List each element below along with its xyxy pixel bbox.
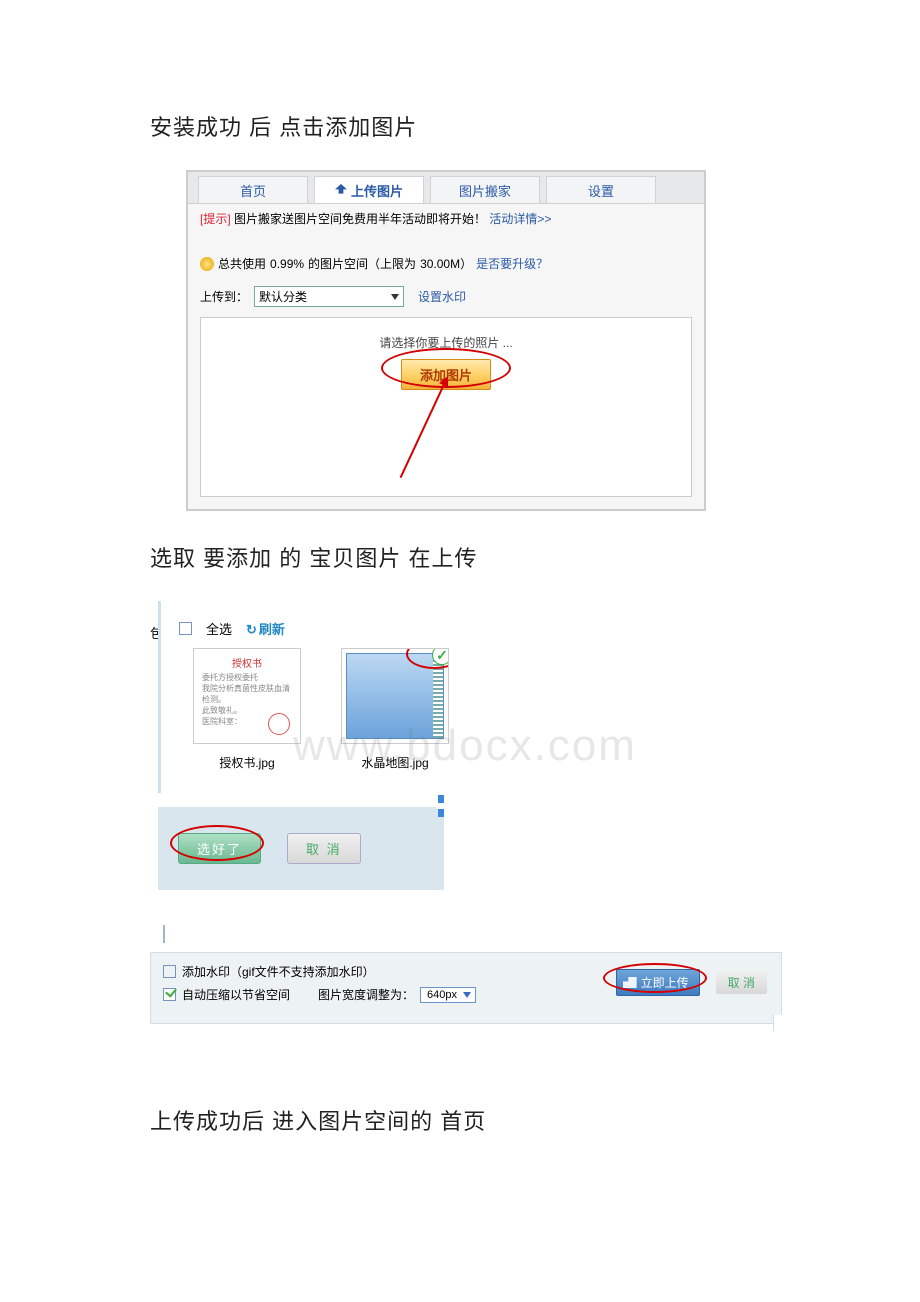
chevron-down-icon <box>463 992 471 998</box>
category-value: 默认分类 <box>259 288 307 305</box>
stamp-icon <box>268 713 290 735</box>
drop-hint: 请选择你要上传的照片 ... <box>201 334 691 351</box>
tab-home[interactable]: 首页 <box>198 176 308 203</box>
watermark-settings-link[interactable]: 设置水印 <box>418 288 466 305</box>
add-watermark-label: 添加水印（gif文件不支持添加水印） <box>182 963 375 980</box>
annotation-arrow <box>400 378 448 479</box>
cancel-button[interactable]: 取 消 <box>287 833 361 864</box>
upload-dest-row: 上传到： 默认分类 设置水印 <box>188 280 704 317</box>
upload-to-label: 上传到： <box>200 288 248 305</box>
tab-upload-label: 上传图片 <box>351 181 403 200</box>
promo-text: 图片搬家送图片空间免费用半年活动即将开始！ <box>234 212 486 226</box>
auto-compress-label: 自动压缩以节省空间 <box>182 986 290 1003</box>
width-select[interactable]: 640px <box>420 987 476 1003</box>
corner-decoration <box>773 1015 785 1031</box>
select-all-label: 全选 <box>206 619 232 638</box>
instruction-step2: 选取 要添加 的 宝贝图片 在上传 <box>150 541 780 573</box>
tab-settings[interactable]: 设置 <box>546 176 656 203</box>
upload-icon <box>335 184 347 196</box>
thumbnail-certificate: 授权书 委托方授权委托我院分析真菌性皮肤血清检测。此致敬礼。医院科室： <box>193 648 301 744</box>
category-select[interactable]: 默认分类 <box>254 286 404 307</box>
usage-mid: 的图片空间（上限为 <box>308 255 416 272</box>
width-value: 640px <box>427 989 457 1001</box>
tab-bar: 首页 上传图片 图片搬家 设置 <box>188 172 704 204</box>
screenshot-upload-options: 添加水印（gif文件不支持添加水印） 自动压缩以节省空间 图片宽度调整为： 64… <box>150 952 782 1024</box>
select-all-checkbox[interactable] <box>179 622 192 635</box>
usage-limit: 30.00M） <box>420 255 472 272</box>
thumbnail-filename: 授权书.jpg <box>187 754 307 771</box>
thumbnail-grid: 授权书 委托方授权委托我院分析真菌性皮肤血清检测。此致敬礼。医院科室： 授权书.… <box>161 648 528 793</box>
upload-now-label: 立即上传 <box>641 974 689 991</box>
clip-decoration <box>438 795 444 817</box>
cancel-button[interactable]: 取 消 <box>716 971 767 994</box>
thumbnail-item[interactable]: 授权书 委托方授权委托我院分析真菌性皮肤血清检测。此致敬礼。医院科室： 授权书.… <box>187 648 307 771</box>
upload-actions: 立即上传 取 消 <box>616 969 767 996</box>
usage-prefix: 总共使用 <box>218 255 266 272</box>
chevron-down-icon <box>391 294 399 300</box>
tab-move[interactable]: 图片搬家 <box>430 176 540 203</box>
picker-toolbar: 全选 刷新 <box>161 601 528 648</box>
upload-now-button[interactable]: 立即上传 <box>616 969 700 996</box>
thumbnail-map: ✓ <box>341 648 449 744</box>
refresh-button[interactable]: 刷新 <box>246 619 285 638</box>
tab-upload[interactable]: 上传图片 <box>314 176 424 203</box>
upgrade-link[interactable]: 是否要升级？ <box>476 255 548 272</box>
cert-title: 授权书 <box>202 655 292 670</box>
promo-link[interactable]: 活动详情>> <box>489 212 551 226</box>
coin-icon <box>200 257 214 271</box>
instruction-step3: 上传成功后 进入图片空间的 首页 <box>150 1104 780 1136</box>
usage-row: 总共使用 0.99% 的图片空间（上限为 30.00M） 是否要升级？ <box>188 233 704 280</box>
add-watermark-checkbox[interactable] <box>163 965 176 978</box>
confirm-selection-button[interactable]: 选好了 <box>178 833 261 864</box>
promo-tag: [提示] <box>200 212 231 226</box>
selected-check-icon: ✓ <box>432 648 449 665</box>
upload-icon <box>623 977 637 988</box>
drop-area: 请选择你要上传的照片 ... 添加图片 <box>200 317 692 497</box>
instruction-step1: 安装成功 后 点击添加图片 <box>150 110 780 142</box>
map-image <box>346 653 444 739</box>
screenshot-file-picker: www.bdocx.com 包 全选 刷新 授权书 委托方授权委托我院分析真菌性… <box>150 601 780 890</box>
promo-bar: [提示] 图片搬家送图片空间免费用半年活动即将开始！ 活动详情>> <box>188 204 704 233</box>
width-label: 图片宽度调整为： <box>318 986 414 1003</box>
thumbnail-filename: 水晶地图.jpg <box>335 754 455 771</box>
screenshot-upload-page: 首页 上传图片 图片搬家 设置 [提示] 图片搬家送图片空间免费用半年活动即将开… <box>186 170 706 511</box>
usage-percent: 0.99% <box>270 257 304 271</box>
auto-compress-checkbox[interactable] <box>163 988 176 1001</box>
thumbnail-item[interactable]: ✓ 水晶地图.jpg <box>335 648 455 771</box>
picker-button-row: 选好了 取 消 <box>158 807 444 890</box>
